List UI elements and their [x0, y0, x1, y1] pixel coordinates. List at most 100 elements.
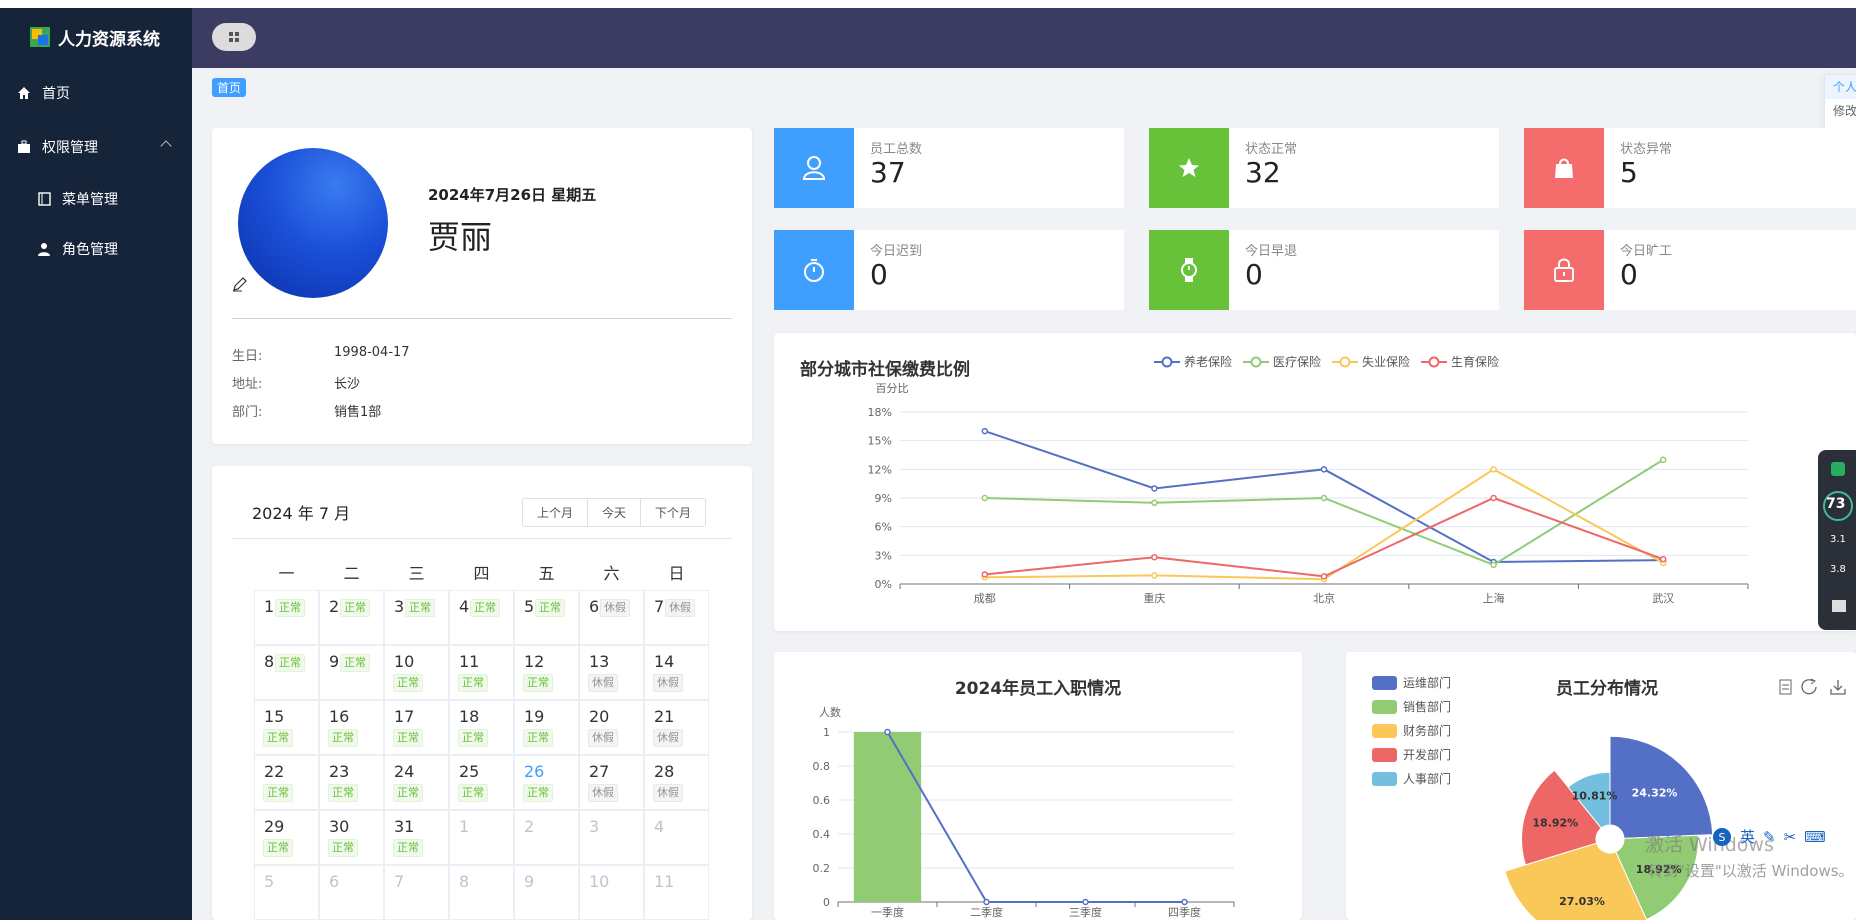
collapse-menu-button[interactable]: [212, 23, 256, 51]
calendar-day[interactable]: 4 正常: [449, 590, 514, 645]
calendar-day[interactable]: 3: [579, 810, 644, 865]
app-logo[interactable]: 人力资源系统: [0, 8, 192, 66]
series-line: [984, 458, 1664, 567]
calendar-day[interactable]: 7: [384, 865, 449, 920]
calendar-day[interactable]: 28 休假: [644, 755, 709, 810]
calendar-day[interactable]: 21 休假: [644, 700, 709, 755]
calendar-day[interactable]: 31 正常: [384, 810, 449, 865]
calendar-day[interactable]: 30 正常: [319, 810, 384, 865]
calendar-day[interactable]: 6: [319, 865, 384, 920]
day-number: 13: [589, 652, 610, 671]
day-number: 7: [654, 597, 665, 616]
stat-card-late[interactable]: 今日迟到 0: [774, 230, 1124, 310]
calendar-day[interactable]: 18 正常: [449, 700, 514, 755]
ime-language[interactable]: 英: [1740, 826, 1755, 847]
calendar-day[interactable]: 11 正常: [449, 645, 514, 700]
stat-card-abnormal[interactable]: 状态异常 5: [1524, 128, 1856, 208]
today-button[interactable]: 今天: [588, 499, 642, 526]
calendar-day[interactable]: 26 正常: [514, 755, 579, 810]
series-line: [984, 496, 1664, 578]
keyboard-icon[interactable]: ⌨: [1804, 828, 1826, 846]
day-number: 3: [589, 817, 600, 836]
x-tick-label: 成都: [974, 592, 996, 605]
day-number: 11: [654, 872, 675, 891]
calendar-day[interactable]: 10 正常: [384, 645, 449, 700]
calendar-day[interactable]: 5 正常: [514, 590, 579, 645]
calendar-day[interactable]: 22 正常: [254, 755, 319, 810]
stat-label: 状态异常: [1620, 142, 1673, 157]
calendar-day[interactable]: 4: [644, 810, 709, 865]
sidebar-item-role-management[interactable]: 角色管理: [0, 224, 192, 274]
calendar-day[interactable]: 1: [449, 810, 514, 865]
stat-card-normal[interactable]: 状态正常 32: [1149, 128, 1499, 208]
calendar-day[interactable]: 29 正常: [254, 810, 319, 865]
ime-toolbar[interactable]: S 英 ✎ ✂ ⌨: [1712, 826, 1826, 847]
bag-icon: [1524, 128, 1604, 208]
system-monitor-widget[interactable]: 73 3.1 3.8: [1818, 450, 1856, 630]
calendar-day[interactable]: 9 正常: [319, 645, 384, 700]
calendar-day[interactable]: 8: [449, 865, 514, 920]
dropdown-item-change[interactable]: 修改: [1825, 99, 1856, 123]
weekday-header: 一: [278, 564, 295, 583]
stopwatch-icon: [774, 230, 854, 310]
status-badge: 休假: [588, 674, 618, 692]
edit-icon[interactable]: [232, 276, 248, 292]
user-icon: [36, 241, 52, 257]
x-tick-label: 上海: [1483, 591, 1505, 605]
calendar-day[interactable]: 3 正常: [384, 590, 449, 645]
calendar-day[interactable]: 12 正常: [514, 645, 579, 700]
slice-label: 27.03%: [1559, 895, 1605, 908]
sidebar-item-home[interactable]: 首页: [0, 66, 192, 120]
day-number: 10: [394, 652, 415, 671]
stat-card-total[interactable]: 员工总数 37: [774, 128, 1124, 208]
day-number: 25: [459, 762, 480, 781]
calendar-day[interactable]: 23 正常: [319, 755, 384, 810]
sidebar-item-permissions[interactable]: 权限管理: [0, 120, 192, 174]
calendar-day[interactable]: 14 休假: [644, 645, 709, 700]
calendar-day[interactable]: 11: [644, 865, 709, 920]
calendar-day[interactable]: 16 正常: [319, 700, 384, 755]
day-number: 5: [524, 597, 535, 616]
calendar-day[interactable]: 27 休假: [579, 755, 644, 810]
prev-month-button[interactable]: 上个月: [523, 499, 589, 526]
calendar-day[interactable]: 9: [514, 865, 579, 920]
avatar[interactable]: [238, 148, 388, 298]
calendar-day[interactable]: 2: [514, 810, 579, 865]
lock-icon: [1524, 230, 1604, 310]
day-number: 24: [394, 762, 415, 781]
calendar-day[interactable]: 2 正常: [319, 590, 384, 645]
calendar-day[interactable]: 5: [254, 865, 319, 920]
day-number: 9: [524, 872, 535, 891]
dept-label: 部门:: [232, 405, 263, 420]
calendar-day[interactable]: 1 正常: [254, 590, 319, 645]
pen-icon[interactable]: ✎: [1763, 828, 1776, 846]
day-number: 22: [264, 762, 285, 781]
next-month-button[interactable]: 下个月: [641, 499, 705, 526]
stat-label: 员工总数: [870, 142, 923, 157]
breadcrumb[interactable]: 首页: [212, 78, 247, 97]
calendar-day[interactable]: 10: [579, 865, 644, 920]
book-icon: [36, 191, 52, 207]
calendar-day[interactable]: 7 休假: [644, 590, 709, 645]
calendar-day[interactable]: 6 休假: [579, 590, 644, 645]
data-point: [1181, 898, 1188, 906]
calendar-day[interactable]: 13 休假: [579, 645, 644, 700]
calendar-day[interactable]: 20 休假: [579, 700, 644, 755]
calendar-day[interactable]: 17 正常: [384, 700, 449, 755]
calendar-day[interactable]: 19 正常: [514, 700, 579, 755]
calendar-day[interactable]: 15 正常: [254, 700, 319, 755]
sidebar-item-menu-management[interactable]: 菜单管理: [0, 174, 192, 224]
dept-value: 销售1部: [334, 405, 382, 420]
stat-card-absent[interactable]: 今日旷工 0: [1524, 230, 1856, 310]
scissors-icon[interactable]: ✂: [1784, 828, 1797, 846]
calendar-day[interactable]: 8 正常: [254, 645, 319, 700]
day-number: 29: [264, 817, 285, 836]
dropdown-item-profile[interactable]: 个人: [1825, 75, 1856, 99]
stat-card-early[interactable]: 今日早退 0: [1149, 230, 1499, 310]
status-badge: 正常: [523, 729, 553, 747]
score-value: 73: [1826, 496, 1846, 512]
calendar-day[interactable]: 25 正常: [449, 755, 514, 810]
data-point: [1490, 466, 1497, 473]
slice-label: 18.92%: [1532, 816, 1578, 829]
calendar-day[interactable]: 24 正常: [384, 755, 449, 810]
